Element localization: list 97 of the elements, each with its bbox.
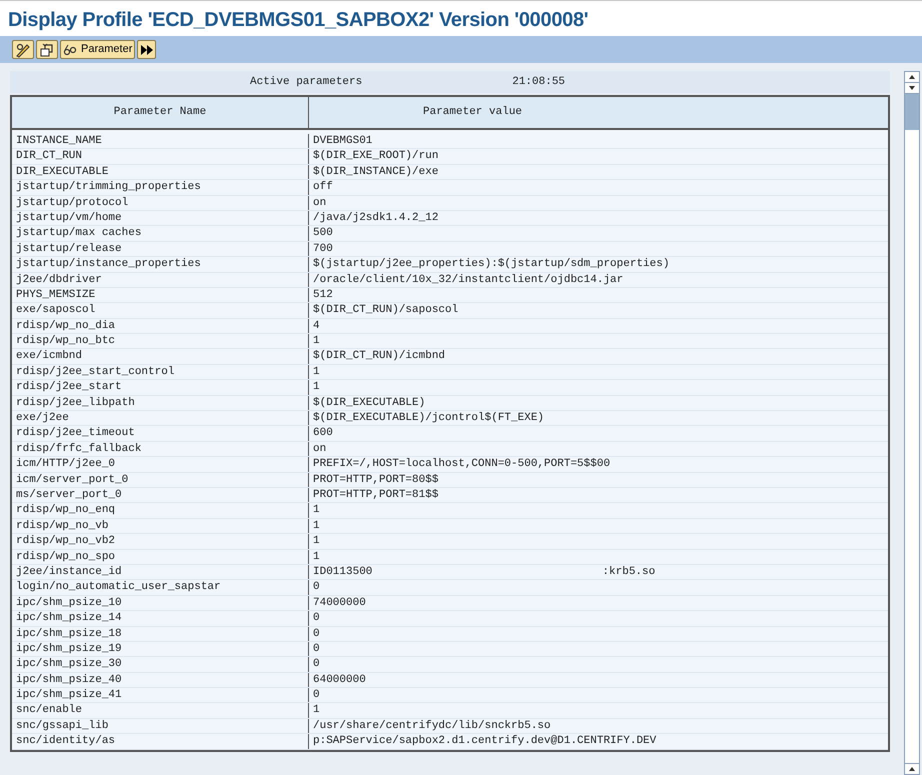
table-cell: 1: [313, 334, 320, 348]
table-cell: j2ee/dbdriver: [12, 272, 309, 287]
table-cell: $(DIR_EXECUTABLE): [313, 396, 426, 410]
table-cell: jstartup/protocol: [12, 196, 309, 210]
table-cell: 1: [313, 534, 320, 549]
scroll-thumb[interactable]: [905, 94, 919, 130]
table-cell: ipc/shm_psize_18: [12, 626, 309, 641]
toolbar-button[interactable]: [137, 40, 156, 59]
switch-icon: [39, 42, 55, 58]
table-cell: p:SAPService/sapbox2.d1.centrify.dev@D1.CENTRIFY.DEV: [313, 734, 656, 749]
scroll-down-icon[interactable]: [905, 763, 919, 774]
table-cell: $(DIR_EXE_ROOT)/run: [313, 149, 438, 164]
toolbar-button[interactable]: [12, 40, 34, 59]
table-cell: 0: [313, 626, 320, 641]
scrollbar[interactable]: [904, 71, 920, 775]
table-cell: icm/HTTP/j2ee_0: [12, 457, 309, 472]
table-cell: PROT=HTTP,PORT=81$$: [313, 488, 438, 502]
table-cell: PHYS_MEMSIZE: [12, 288, 309, 302]
table-cell: :krb5.so: [602, 564, 656, 580]
parameter-button[interactable]: Parameter: [60, 40, 136, 59]
table-cell: rdisp/wp_no_btc: [12, 334, 309, 348]
table-cell: rdisp/j2ee_start_control: [12, 364, 309, 380]
table-cell: 500: [313, 226, 333, 241]
table-cell: 0: [313, 642, 320, 656]
table-cell: $(DIR_EXECUTABLE)/jcontrol$(FT_EXE): [313, 411, 544, 426]
table-cell: 700: [313, 242, 333, 256]
pencil-glasses-icon: [15, 42, 31, 58]
table-cell: exe/saposcol: [12, 303, 309, 318]
table-cell: snc/identity/as: [12, 734, 309, 749]
table-cell: ipc/shm_psize_41: [12, 688, 309, 702]
table-cell: rdisp/j2ee_timeout: [12, 426, 309, 441]
column-header: Parameter value: [422, 105, 524, 120]
table-cell: 1: [313, 503, 320, 518]
section-label: Active parameters: [250, 74, 362, 90]
table-cell: 0: [313, 657, 320, 672]
table-cell: login/no_automatic_user_sapstar: [12, 580, 309, 595]
table-cell: jstartup/instance_properties: [12, 257, 309, 272]
table-cell: off: [313, 180, 333, 195]
table-cell: 1: [313, 518, 320, 534]
table-cell: INSTANCE_NAME: [12, 134, 309, 148]
table-cell: snc/gssapi_lib: [12, 718, 309, 734]
table-cell: snc/enable: [12, 703, 309, 718]
table-cell: /usr/share/centrifydc/lib/snckrb5.so: [313, 718, 551, 734]
table-cell: ipc/shm_psize_10: [12, 596, 309, 610]
table-cell: 0: [313, 688, 320, 702]
table-cell: $(DIR_CT_RUN)/saposcol: [313, 303, 458, 318]
table-cell: rdisp/frfc_fallback: [12, 442, 309, 456]
table-cell: j2ee/instance_id: [12, 564, 309, 580]
table-cell: rdisp/wp_no_spo: [12, 550, 309, 564]
table-cell: DIR_EXECUTABLE: [12, 164, 309, 180]
table-cell: 74000000: [313, 596, 366, 610]
table-cell: jstartup/release: [12, 242, 309, 256]
table-cell: DIR_CT_RUN: [12, 149, 309, 164]
table-cell: rdisp/j2ee_libpath: [12, 396, 309, 410]
table-cell: 1: [313, 364, 320, 380]
table-cell: 1: [313, 550, 320, 564]
table-cell: $(DIR_CT_RUN)/icmbnd: [313, 349, 446, 364]
table-cell: 4: [313, 318, 320, 334]
table-cell: rdisp/wp_no_vb2: [12, 534, 309, 549]
time-label: 21:08:55: [512, 74, 566, 90]
table-cell: $(jstartup/j2ee_properties):$(jstartup/sdm_properties): [313, 257, 670, 272]
column-header: Parameter Name: [12, 97, 309, 128]
table-cell: on: [313, 442, 326, 456]
fast-forward-icon: [140, 44, 153, 54]
table-cell: jstartup/max caches: [12, 226, 309, 241]
table-cell: 64000000: [313, 672, 366, 688]
table-cell: 512: [313, 288, 333, 302]
table-cell: 1: [313, 380, 320, 395]
table-cell: ipc/shm_psize_40: [12, 672, 309, 688]
table-cell: ipc/shm_psize_14: [12, 611, 309, 626]
table-cell: 600: [313, 426, 333, 441]
table-cell: rdisp/wp_no_dia: [12, 318, 309, 334]
table-cell: jstartup/trimming_properties: [12, 180, 309, 195]
table-cell: DVEBMGS01: [313, 134, 372, 148]
table-cell: PREFIX=/,HOST=localhost,CONN=0-500,PORT=5$$00: [313, 457, 610, 472]
table-cell: 0: [313, 580, 320, 595]
table-cell: icm/server_port_0: [12, 472, 309, 487]
table-cell: /java/j2sdk1.4.2_12: [313, 210, 438, 226]
table-cell: rdisp/wp_no_vb: [12, 518, 309, 534]
table-cell: ipc/shm_psize_30: [12, 657, 309, 672]
table-cell: $(DIR_INSTANCE)/exe: [313, 164, 438, 180]
table-cell: rdisp/j2ee_start: [12, 380, 309, 395]
page-title: Display Profile 'ECD_DVEBMGS01_SAPBOX2' Version '000008': [8, 10, 588, 30]
table-cell: on: [313, 196, 326, 210]
table-cell: jstartup/vm/home: [12, 210, 309, 226]
table-cell: 0: [313, 611, 320, 626]
table-cell: ID0113500: [313, 564, 372, 580]
table-cell: /oracle/client/10x_32/instantclient/ojdbc14.jar: [313, 272, 624, 287]
table-cell: exe/j2ee: [12, 411, 309, 426]
table-cell: PROT=HTTP,PORT=80$$: [313, 472, 438, 487]
table-cell: 1: [313, 703, 320, 718]
glasses-icon: [63, 44, 77, 56]
table-cell: rdisp/wp_no_enq: [12, 503, 309, 518]
table-cell: ms/server_port_0: [12, 488, 309, 502]
table-cell: ipc/shm_psize_19: [12, 642, 309, 656]
table-cell: exe/icmbnd: [12, 349, 309, 364]
toolbar-button[interactable]: [36, 40, 58, 59]
